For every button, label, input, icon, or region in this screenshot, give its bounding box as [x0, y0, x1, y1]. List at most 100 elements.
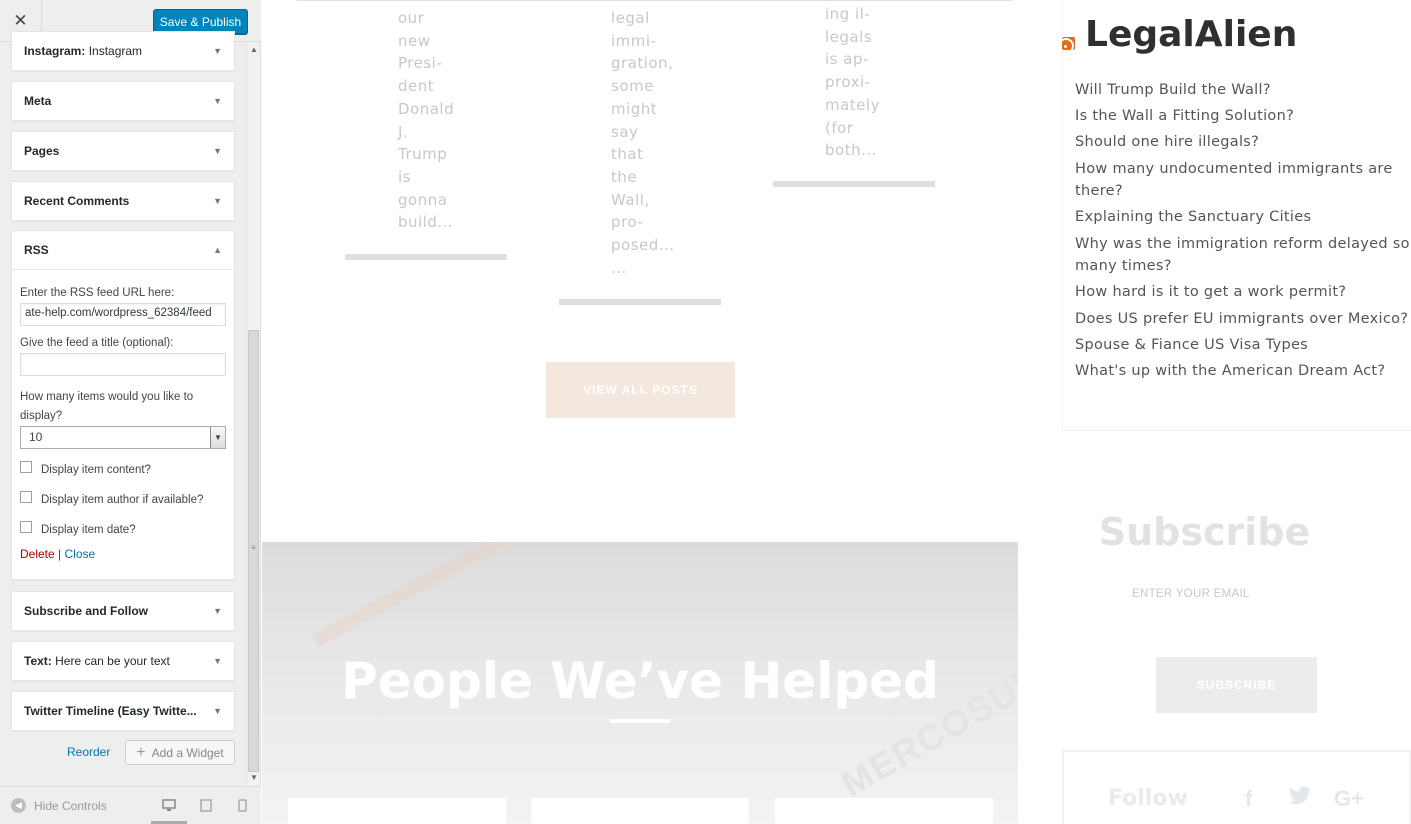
expand-arrow-icon[interactable]: ▼ [213, 96, 222, 106]
email-input[interactable]: ENTER YOUR EMAIL [1132, 588, 1250, 600]
excerpt-line: gonna [398, 190, 448, 209]
excerpt-line: immi- [611, 31, 657, 50]
excerpt-line: ing il- [825, 5, 871, 23]
hide-controls-button[interactable]: ◀ Hide Controls [11, 798, 107, 813]
widget-instagram[interactable]: Instagram: Instagram ▼ [11, 31, 235, 71]
rss-items-label: How many items would you like to display… [20, 391, 194, 422]
excerpt-line: new [398, 31, 431, 50]
widget-recent-comments[interactable]: Recent Comments ▼ [11, 181, 235, 221]
rss-item-link[interactable]: What's up with the American Dream Act? [1075, 360, 1411, 383]
expand-arrow-icon[interactable]: ▼ [213, 46, 222, 56]
widget-pages-header[interactable]: Pages ▼ [12, 132, 234, 170]
widget-title: RSS [24, 243, 49, 257]
reorder-link[interactable]: Reorder [67, 745, 110, 759]
widget-recent-comments-header[interactable]: Recent Comments ▼ [12, 182, 234, 220]
rss-icon[interactable] [1062, 37, 1075, 50]
excerpt-line: build... [398, 213, 454, 232]
facebook-icon[interactable]: f [1245, 786, 1252, 812]
excerpt-line: (for [825, 118, 854, 137]
mobile-preview-icon[interactable] [235, 798, 249, 812]
widget-text[interactable]: Text: Here can be your text ▼ [11, 641, 235, 681]
twitter-icon[interactable] [1288, 786, 1312, 812]
item-date-label: Display item date? [41, 524, 136, 536]
widget-rss-header[interactable]: RSS ▲ [12, 231, 234, 269]
expand-arrow-icon[interactable]: ▼ [213, 146, 222, 156]
dropdown-arrow-icon[interactable]: ▼ [210, 427, 225, 448]
collapse-arrow-icon[interactable]: ▲ [213, 245, 222, 255]
option-item-date: Display item date? [20, 515, 226, 545]
rss-item-link[interactable]: Does US prefer EU immigrants over Mexico… [1075, 308, 1411, 331]
rss-item-link[interactable]: Is the Wall a Fitting Solution? [1075, 105, 1411, 128]
delete-widget-link[interactable]: Delete [20, 547, 55, 561]
view-all-posts-button[interactable]: VIEW ALL POSTS [546, 362, 735, 418]
widget-title: Recent Comments [24, 194, 130, 208]
testimonial-card [531, 798, 749, 824]
widget-twitter-timeline[interactable]: Twitter Timeline (Easy Twitte... ▼ [11, 691, 235, 731]
plus-icon: + [136, 743, 146, 761]
excerpt-line: Trump [398, 145, 448, 164]
expand-arrow-icon[interactable]: ▼ [213, 706, 222, 716]
rss-url-input[interactable]: ate-help.com/wordpress_62384/feed [20, 303, 226, 326]
section-title: People We’ve Helped [341, 652, 939, 710]
scrollbar-thumb[interactable]: ≡ [248, 330, 259, 772]
widget-title: Pages [24, 144, 60, 158]
item-content-checkbox[interactable] [20, 461, 32, 473]
excerpt-line: is ap- [825, 50, 869, 69]
widget-subscribe-follow[interactable]: Subscribe and Follow ▼ [11, 591, 235, 631]
desktop-preview-icon[interactable] [162, 798, 176, 812]
scroll-up-arrow-icon[interactable]: ▲ [250, 45, 258, 54]
excerpt-line: ... [611, 258, 627, 277]
post-card-bar-2 [559, 299, 721, 305]
widget-twitter-header[interactable]: Twitter Timeline (Easy Twitte... ▼ [12, 692, 234, 730]
expand-arrow-icon[interactable]: ▼ [213, 606, 222, 616]
expand-arrow-icon[interactable]: ▼ [213, 656, 222, 666]
widget-instagram-header[interactable]: Instagram: Instagram ▼ [12, 32, 234, 70]
scroll-down-arrow-icon[interactable]: ▼ [250, 773, 258, 782]
customizer-sidebar: ✕ Save & Publish ▲ ≡ ▼ Instagram: Instag… [0, 0, 261, 824]
actions-separator: | [54, 547, 65, 561]
excerpt-line: legal [611, 9, 650, 27]
rss-item-link[interactable]: Should one hire illegals? [1075, 131, 1411, 154]
rss-item-link[interactable]: How many undocumented immigrants are the… [1075, 158, 1411, 203]
rss-item-link[interactable]: How hard is it to get a work permit? [1075, 281, 1411, 304]
follow-title: Follow [1108, 786, 1188, 811]
widget-rss[interactable]: RSS ▲ Enter the RSS feed URL here: ate-h… [11, 230, 235, 580]
rss-title-link[interactable]: LegalAlien [1085, 14, 1297, 55]
hide-controls-label: Hide Controls [34, 798, 107, 813]
subscribe-button[interactable]: SUBSCRIBE [1156, 657, 1317, 713]
rss-item-link[interactable]: Why was the immigration reform delayed s… [1075, 233, 1411, 278]
rss-items-select[interactable]: 10 ▼ [20, 426, 226, 449]
rss-widget-title: LegalAlien [1062, 14, 1297, 55]
customizer-window: ✕ Save & Publish ▲ ≡ ▼ Instagram: Instag… [0, 0, 1411, 824]
sidebar-scrollbar[interactable]: ▲ ≡ ▼ [246, 42, 260, 786]
rss-item-link[interactable]: Will Trump Build the Wall? [1075, 79, 1411, 102]
excerpt-line: our [398, 9, 425, 27]
widget-meta[interactable]: Meta ▼ [11, 81, 235, 121]
site-preview: our new Presi-dent Donald J. Trump is gonna buil… [262, 0, 1411, 824]
rss-item-link[interactable]: Spouse & Fiance US Visa Types [1075, 334, 1411, 357]
item-content-label: Display item content? [41, 464, 151, 476]
widget-pages[interactable]: Pages ▼ [11, 131, 235, 171]
rss-item-link[interactable]: Explaining the Sanctuary Cities [1075, 206, 1411, 229]
close-widget-link[interactable]: Close [64, 547, 95, 561]
widget-text-header[interactable]: Text: Here can be your text ▼ [12, 642, 234, 680]
excerpt-line: dent [398, 77, 435, 96]
expand-arrow-icon[interactable]: ▼ [213, 196, 222, 206]
add-widget-button[interactable]: + Add a Widget [125, 740, 235, 765]
rss-title-input[interactable] [20, 353, 226, 376]
preview-sidebar: LegalAlien Will Trump Build the Wall? Is … [1062, 0, 1411, 824]
divider [1062, 0, 1063, 430]
widget-meta-header[interactable]: Meta ▼ [12, 82, 234, 120]
tablet-preview-icon[interactable] [199, 798, 213, 812]
grip-icon: ≡ [251, 543, 256, 552]
widget-subscribe-follow-header[interactable]: Subscribe and Follow ▼ [12, 592, 234, 630]
item-date-checkbox[interactable] [20, 521, 32, 533]
google-plus-icon[interactable]: G+ [1334, 786, 1364, 812]
excerpt-line: posed... [611, 236, 675, 255]
excerpt-line: J. [398, 122, 409, 141]
excerpt-line: mately [825, 95, 880, 114]
item-author-checkbox[interactable] [20, 491, 32, 503]
excerpt-line: some [611, 77, 654, 96]
divider [297, 0, 1012, 1]
widget-title: Twitter Timeline (Easy Twitte... [24, 704, 197, 718]
